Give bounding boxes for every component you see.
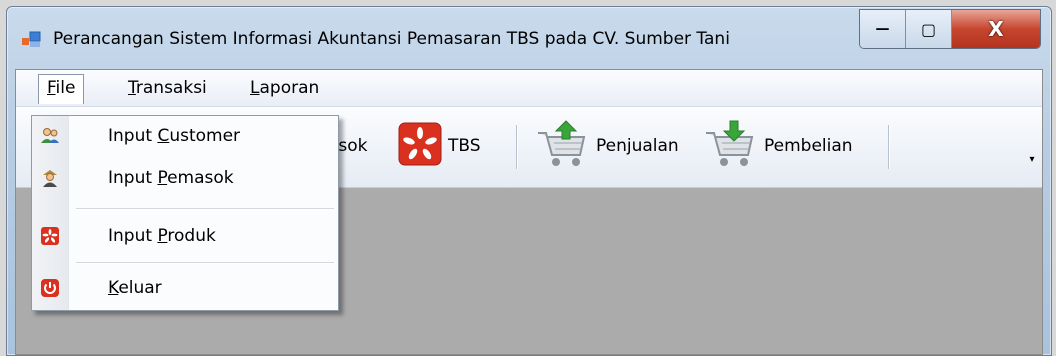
menu-laporan-label: aporan bbox=[259, 78, 320, 98]
menu-transaksi-mnemonic: T bbox=[128, 78, 136, 98]
toolbar-penjualan-button[interactable]: Penjualan bbox=[534, 119, 679, 174]
menu-item-input-produk[interactable]: Input Produk bbox=[32, 218, 338, 254]
menu-transaksi-label: ransaksi bbox=[135, 78, 207, 98]
title-bar[interactable]: Perancangan Sistem Informasi Akuntansi P… bbox=[7, 7, 1051, 67]
menu-item-label-pre: Input bbox=[108, 126, 158, 146]
main-window: Perancangan Sistem Informasi Akuntansi P… bbox=[6, 6, 1052, 356]
window-title: Perancangan Sistem Informasi Akuntansi P… bbox=[53, 29, 730, 49]
menu-item-keluar[interactable]: Keluar bbox=[32, 270, 338, 306]
restore-button[interactable]: ▢ bbox=[906, 10, 952, 48]
close-icon: X bbox=[988, 17, 1004, 41]
toolbar-pembelian-label: Pembelian bbox=[764, 136, 853, 156]
power-icon bbox=[40, 278, 60, 298]
restore-icon: ▢ bbox=[920, 19, 937, 39]
menu-item-mnemonic: K bbox=[108, 278, 119, 298]
menu-transaksi[interactable]: Transaksi bbox=[120, 75, 215, 101]
menu-item-label: Input Customer bbox=[108, 126, 240, 146]
minimize-icon: — bbox=[875, 21, 890, 37]
menu-item-input-pemasok[interactable]: Input Pemasok bbox=[32, 160, 338, 196]
caption-buttons: — ▢ X bbox=[859, 9, 1041, 49]
product-icon bbox=[40, 226, 60, 246]
toolbar-penjualan-label: Penjualan bbox=[596, 136, 679, 156]
menu-item-mnemonic: P bbox=[157, 226, 168, 246]
tbs-icon bbox=[398, 122, 442, 171]
chevron-down-icon: ▾ bbox=[1029, 154, 1035, 165]
menu-item-label-pre: Input bbox=[108, 168, 158, 188]
menu-separator bbox=[76, 262, 334, 263]
app-icon[interactable] bbox=[21, 29, 41, 49]
menu-item-input-customer[interactable]: Input Customer bbox=[32, 118, 338, 154]
menu-item-label: Input Produk bbox=[108, 226, 216, 246]
cart-purchase-icon bbox=[702, 119, 758, 174]
menu-item-label: Input Pemasok bbox=[108, 168, 234, 188]
menu-item-label-post: roduk bbox=[167, 226, 216, 246]
menu-item-label-post: emasok bbox=[167, 168, 234, 188]
menu-separator bbox=[76, 208, 334, 209]
toolbar-separator bbox=[516, 125, 517, 169]
toolbar-overflow-button[interactable]: ▾ bbox=[1026, 131, 1038, 165]
toolbar-separator-end bbox=[888, 125, 889, 169]
menu-item-label-post: ustomer bbox=[169, 126, 241, 146]
menu-file-mnemonic: F bbox=[47, 78, 56, 98]
toolbar-pembelian-button[interactable]: Pembelian bbox=[702, 119, 853, 174]
menu-bar: File Transaksi Laporan bbox=[16, 70, 1042, 107]
supplier-icon bbox=[40, 168, 60, 188]
menu-item-label-pre: Input bbox=[108, 226, 158, 246]
minimize-button[interactable]: — bbox=[860, 10, 906, 48]
menu-item-label-post: eluar bbox=[118, 278, 162, 298]
menu-item-label: Keluar bbox=[108, 278, 162, 298]
close-button[interactable]: X bbox=[952, 10, 1040, 48]
customer-icon bbox=[40, 126, 60, 146]
menu-file[interactable]: File bbox=[38, 74, 85, 104]
menu-file-label: ile bbox=[55, 78, 76, 98]
file-menu-dropdown: Input Customer Input Pemasok Input Produ… bbox=[31, 115, 339, 311]
toolbar-tbs-button[interactable]: TBS bbox=[398, 121, 481, 171]
cart-sale-icon bbox=[534, 119, 590, 174]
toolbar-tbs-label: TBS bbox=[448, 136, 481, 156]
menu-laporan[interactable]: Laporan bbox=[242, 75, 327, 101]
menu-item-mnemonic: C bbox=[157, 126, 170, 146]
menu-item-mnemonic: P bbox=[157, 168, 168, 188]
